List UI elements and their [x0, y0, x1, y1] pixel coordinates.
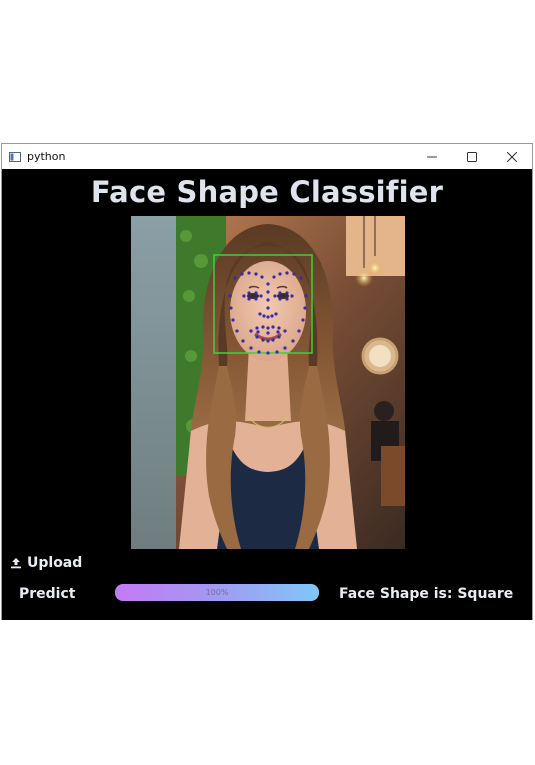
predict-button[interactable]: Predict	[19, 586, 75, 602]
app-content: Face Shape Classifier Upload Predict 100…	[2, 169, 532, 620]
result-text: Face Shape is: Square	[339, 586, 514, 602]
maximize-icon	[467, 151, 477, 162]
close-button[interactable]	[492, 144, 532, 169]
close-icon	[507, 151, 517, 162]
upload-button[interactable]: Upload	[10, 555, 82, 571]
uploaded-photo	[131, 216, 405, 549]
minimize-icon	[427, 156, 437, 157]
window-icon	[9, 151, 21, 162]
title-bar[interactable]: python	[2, 144, 532, 169]
app-window: python Face Shape Classifier Upload Pred…	[1, 143, 533, 620]
minimize-button[interactable]	[412, 144, 452, 169]
progress-bar: 100%	[115, 584, 319, 601]
upload-icon	[10, 557, 22, 569]
maximize-button[interactable]	[452, 144, 492, 169]
progress-label: 100%	[205, 588, 229, 597]
app-title: Face Shape Classifier	[90, 175, 444, 209]
upload-label: Upload	[27, 555, 83, 571]
window-title: python	[27, 150, 66, 163]
